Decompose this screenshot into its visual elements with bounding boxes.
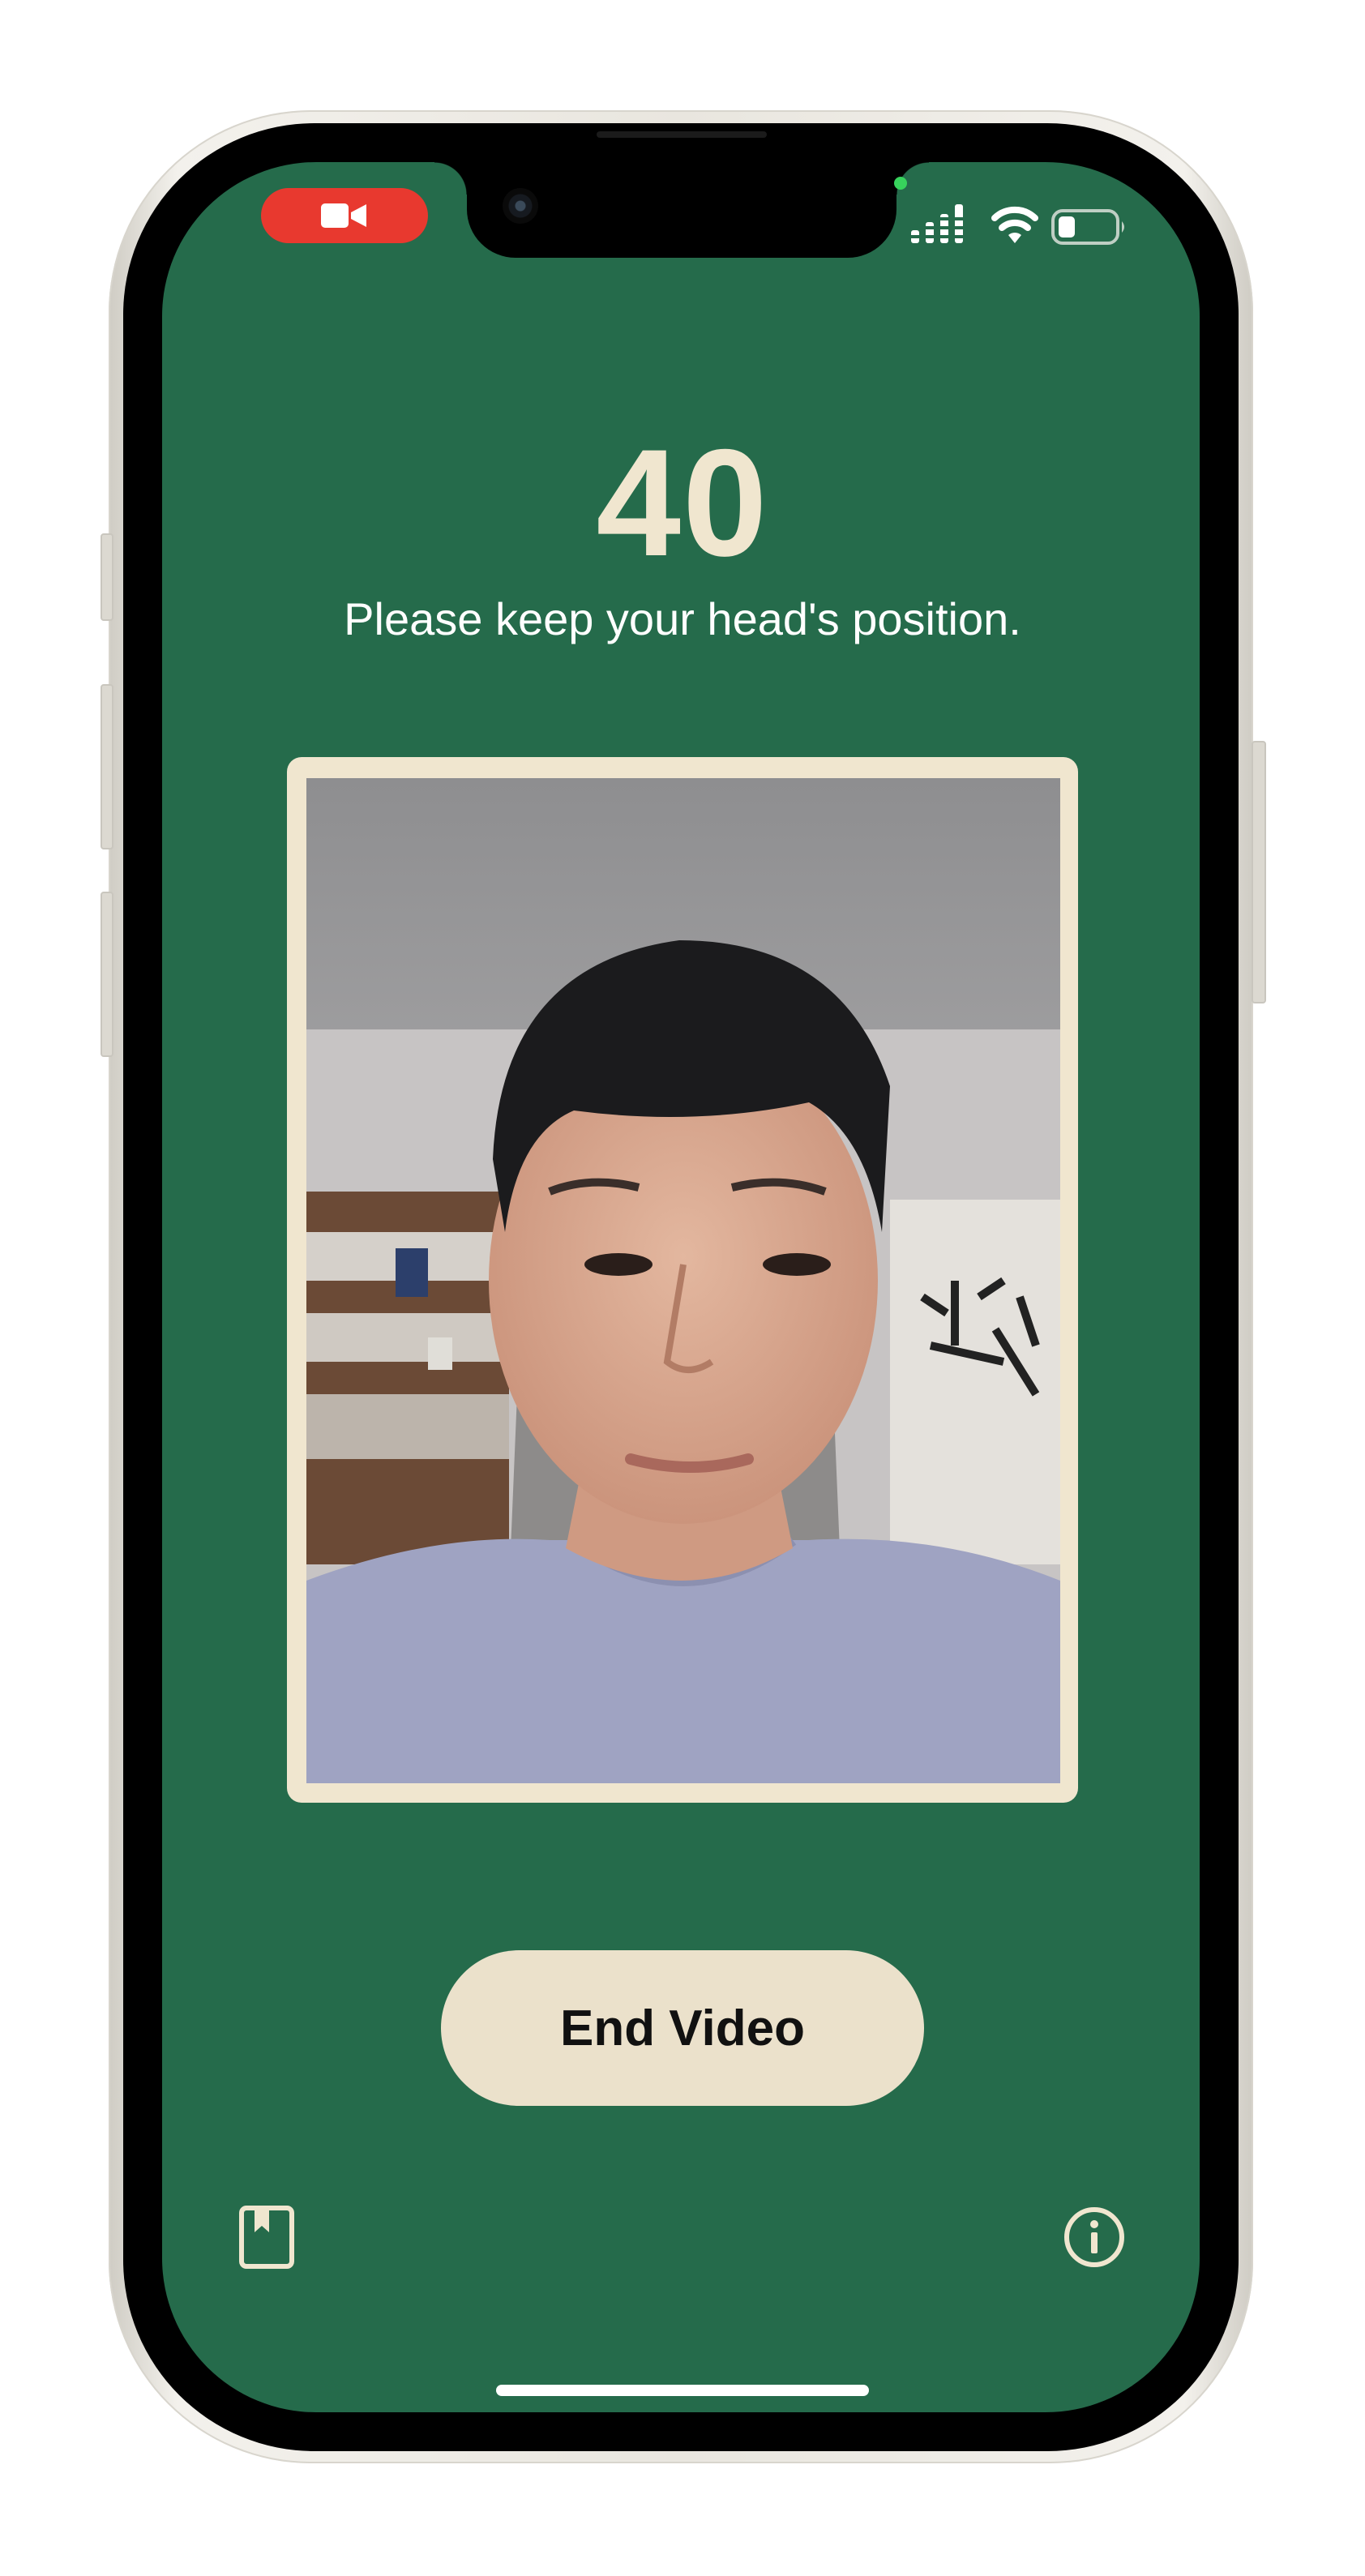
countdown-timer: 40 [596,417,769,588]
volume-down-button [101,892,113,1057]
camera-feed-image [306,778,1060,1783]
camera-video-feed [306,778,1060,1783]
cellular-signal-icon [909,204,968,243]
camera-in-use-dot [894,177,907,190]
video-camera-icon [321,203,366,228]
head-position-instruction: Please keep your head's position. [344,593,1021,644]
info-icon[interactable] [1062,2205,1127,2270]
end-video-button[interactable]: End Video [441,1950,924,2106]
volume-up-button [101,684,113,849]
screen-recording-indicator[interactable] [261,188,428,243]
wifi-icon [991,206,1038,243]
home-indicator[interactable] [496,2385,869,2396]
earpiece-speaker [597,131,767,138]
power-button [1252,741,1266,1003]
bookmark-icon[interactable] [235,2205,300,2270]
battery-icon [1051,209,1124,245]
front-camera-lens [503,188,538,224]
